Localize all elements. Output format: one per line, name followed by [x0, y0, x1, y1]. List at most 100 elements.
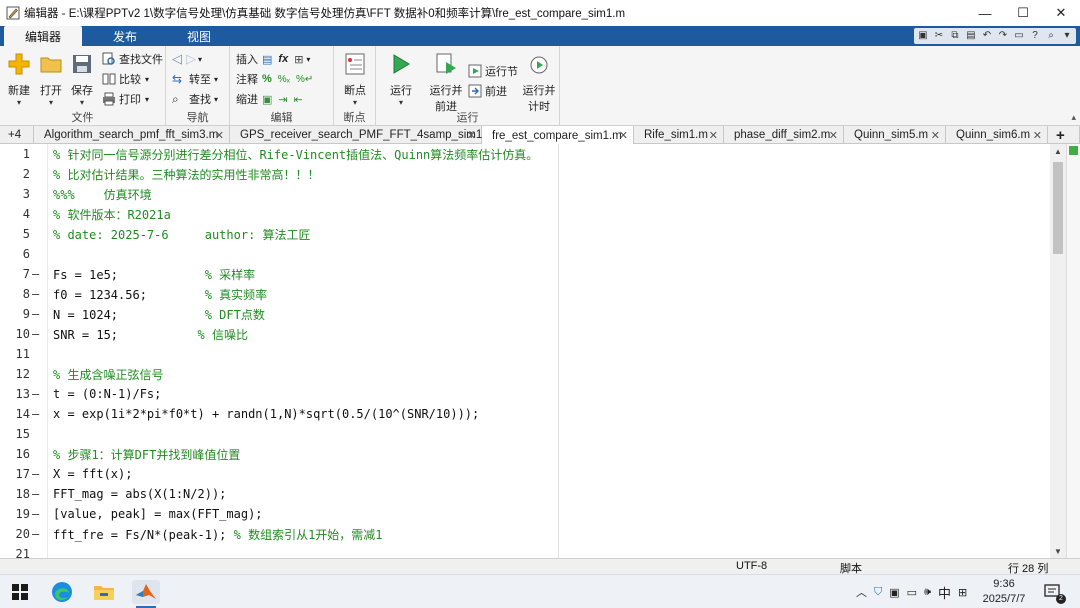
breakpoint-marker[interactable]: —: [30, 407, 44, 421]
comment-button[interactable]: 注释 % %ₓ %↵: [236, 70, 313, 88]
forward-arrow-icon[interactable]: ▷: [186, 51, 196, 67]
open-button[interactable]: 打开 ▾: [36, 52, 66, 107]
code-editor[interactable]: 1 % 针对同一信号源分别进行差分相位、Rife-Vincent插值法、Quinn…: [0, 144, 1066, 558]
breakpoint-marker[interactable]: —: [30, 507, 44, 521]
breakpoints-button[interactable]: 断点 ▾: [340, 52, 370, 107]
new-tab-button[interactable]: +: [1048, 126, 1080, 144]
code-line[interactable]: 21: [0, 544, 1066, 558]
compare-button[interactable]: 比较 ▾: [102, 70, 149, 88]
help-icon[interactable]: ?: [1028, 28, 1042, 42]
maximize-button[interactable]: ☐: [1004, 0, 1042, 26]
indent-button[interactable]: 缩进 ▣ ⇥ ⇤: [236, 90, 303, 108]
save-icon[interactable]: ▣: [916, 28, 930, 42]
close-button[interactable]: ✕: [1042, 0, 1080, 26]
minimize-button[interactable]: —: [966, 0, 1004, 26]
dropdown-icon[interactable]: ▾: [1060, 28, 1074, 42]
file-explorer-icon[interactable]: [90, 580, 118, 604]
close-tab-icon[interactable]: ✕: [931, 129, 940, 142]
file-tab[interactable]: Rife_sim1.m ✕: [634, 126, 724, 144]
defender-shield-icon[interactable]: ⛉: [874, 586, 882, 599]
run-and-advance-button[interactable]: 运行并 前进: [428, 52, 464, 114]
code-line[interactable]: 14— x = exp(1i*2*pi*f0*t) + randn(1,N)*sq…: [0, 404, 1066, 424]
new-button[interactable]: 新建 ▾: [4, 52, 34, 107]
tab-view[interactable]: 视图: [160, 26, 238, 46]
scrollbar-thumb[interactable]: [1053, 162, 1063, 254]
matlab-icon[interactable]: [132, 580, 160, 604]
cut-icon[interactable]: ✂: [932, 28, 946, 42]
print-button[interactable]: 打印 ▾: [102, 90, 149, 108]
search-icon[interactable]: ⌕: [1044, 28, 1058, 42]
close-tab-icon[interactable]: ✕: [1033, 129, 1042, 142]
file-tab[interactable]: phase_diff_sim2.m ✕: [724, 126, 844, 144]
find-button[interactable]: ⌕ 查找 ▾: [172, 90, 218, 108]
code-line[interactable]: 13— t = (0:N-1)/Fs;: [0, 384, 1066, 404]
tab-overflow[interactable]: +4: [0, 126, 34, 144]
code-line[interactable]: 8— f0 = 1234.56; % 真实频率: [0, 284, 1066, 304]
run-section-button[interactable]: 运行节: [468, 62, 518, 80]
close-tab-icon[interactable]: ✕: [829, 129, 838, 142]
breakpoint-marker[interactable]: —: [30, 467, 44, 481]
edge-icon[interactable]: [48, 580, 76, 604]
code-line[interactable]: 16 % 步骤1：计算DFT并找到峰值位置: [0, 444, 1066, 464]
code-line[interactable]: 7— Fs = 1e5; % 采样率: [0, 264, 1066, 284]
notification-icon[interactable]: 2: [1044, 583, 1066, 604]
code-line[interactable]: 11: [0, 344, 1066, 364]
code-line[interactable]: 18— FFT_mag = abs(X(1:N/2));: [0, 484, 1066, 504]
smart-indent-icon[interactable]: ▣: [262, 93, 272, 106]
find-files-button[interactable]: 查找文件: [102, 50, 163, 68]
code-line[interactable]: 5 % date: 2025-7-6 author: 算法工匠: [0, 224, 1066, 244]
file-tab-active[interactable]: fre_est_compare_sim1.m ✕: [482, 126, 634, 145]
collapse-ribbon-icon[interactable]: ▴: [1071, 112, 1076, 123]
taskbar-clock[interactable]: 9:36 2025/7/7: [982, 577, 1026, 607]
breakpoint-marker[interactable]: —: [30, 267, 44, 281]
decrease-indent-icon[interactable]: ⇤: [294, 93, 303, 106]
scroll-down-icon[interactable]: ▼: [1050, 544, 1066, 558]
ime-mode-icon[interactable]: ⊞: [958, 586, 967, 599]
breakpoint-marker[interactable]: —: [30, 387, 44, 401]
code-line[interactable]: 15: [0, 424, 1066, 444]
uncomment-icon[interactable]: %ₓ: [278, 74, 290, 85]
code-line[interactable]: 19— [value, peak] = max(FFT_mag);: [0, 504, 1066, 524]
code-line[interactable]: 6: [0, 244, 1066, 264]
goto-button[interactable]: ⇆ 转至 ▾: [172, 70, 218, 88]
code-line[interactable]: 17— X = fft(x);: [0, 464, 1066, 484]
save-button[interactable]: 保存 ▾: [67, 52, 97, 107]
fx-icon[interactable]: fx: [278, 53, 288, 65]
back-forward-buttons[interactable]: ◁ ▷ ▾: [172, 50, 202, 68]
run-and-time-button[interactable]: 运行并 计时: [522, 52, 556, 114]
file-tab[interactable]: Quinn_sim5.m ✕: [844, 126, 946, 144]
back-arrow-icon[interactable]: ◁: [172, 51, 182, 67]
comment-percent-icon[interactable]: %: [262, 73, 272, 85]
copy-icon[interactable]: ⧉: [948, 28, 962, 42]
wrap-comment-icon[interactable]: %↵: [296, 74, 313, 85]
code-line[interactable]: 9— N = 1024; % DFT点数: [0, 304, 1066, 324]
volume-icon[interactable]: 🕪: [924, 586, 931, 599]
windows-start-icon[interactable]: [6, 580, 34, 604]
undo-icon[interactable]: ↶: [980, 28, 994, 42]
scroll-up-icon[interactable]: ▲: [1050, 144, 1066, 158]
file-tab[interactable]: GPS_receiver_search_PMF_FFT_4samp_sim1.m…: [230, 126, 495, 144]
file-tab[interactable]: Algorithm_search_pmf_fft_sim3.m ✕: [34, 126, 230, 144]
ime-indicator[interactable]: 中: [938, 583, 951, 602]
paste-icon[interactable]: ▤: [964, 28, 978, 42]
breakpoint-marker[interactable]: —: [30, 527, 44, 541]
code-line[interactable]: 4 % 软件版本：R2021a: [0, 204, 1066, 224]
insert-section-icon[interactable]: ▤: [262, 53, 272, 66]
code-line[interactable]: 12 % 生成含噪正弦信号: [0, 364, 1066, 384]
run-button[interactable]: 运行 ▾: [386, 52, 416, 107]
tab-editor[interactable]: 编辑器: [4, 26, 82, 46]
insert-function-icon[interactable]: ⊞: [294, 53, 303, 66]
code-line[interactable]: 20— fft_fre = Fs/N*(peak-1); % 数组索引从1开始，需…: [0, 524, 1066, 544]
code-line[interactable]: 1 % 针对同一信号源分别进行差分相位、Rife-Vincent插值法、Quinn…: [0, 144, 1066, 164]
battery-icon[interactable]: ▭: [907, 586, 917, 599]
tray-app-icon[interactable]: ▣: [889, 586, 899, 599]
close-tab-icon[interactable]: ✕: [619, 129, 628, 142]
chevron-up-icon[interactable]: ︿: [856, 584, 867, 600]
switch-window-icon[interactable]: ▭: [1012, 28, 1026, 42]
increase-indent-icon[interactable]: ⇥: [278, 93, 287, 106]
tab-publish[interactable]: 发布: [86, 26, 164, 46]
breakpoint-marker[interactable]: —: [30, 487, 44, 501]
vertical-scrollbar[interactable]: ▲ ▼: [1050, 144, 1066, 558]
breakpoint-marker[interactable]: —: [30, 327, 44, 341]
advance-button[interactable]: 前进: [468, 82, 507, 100]
